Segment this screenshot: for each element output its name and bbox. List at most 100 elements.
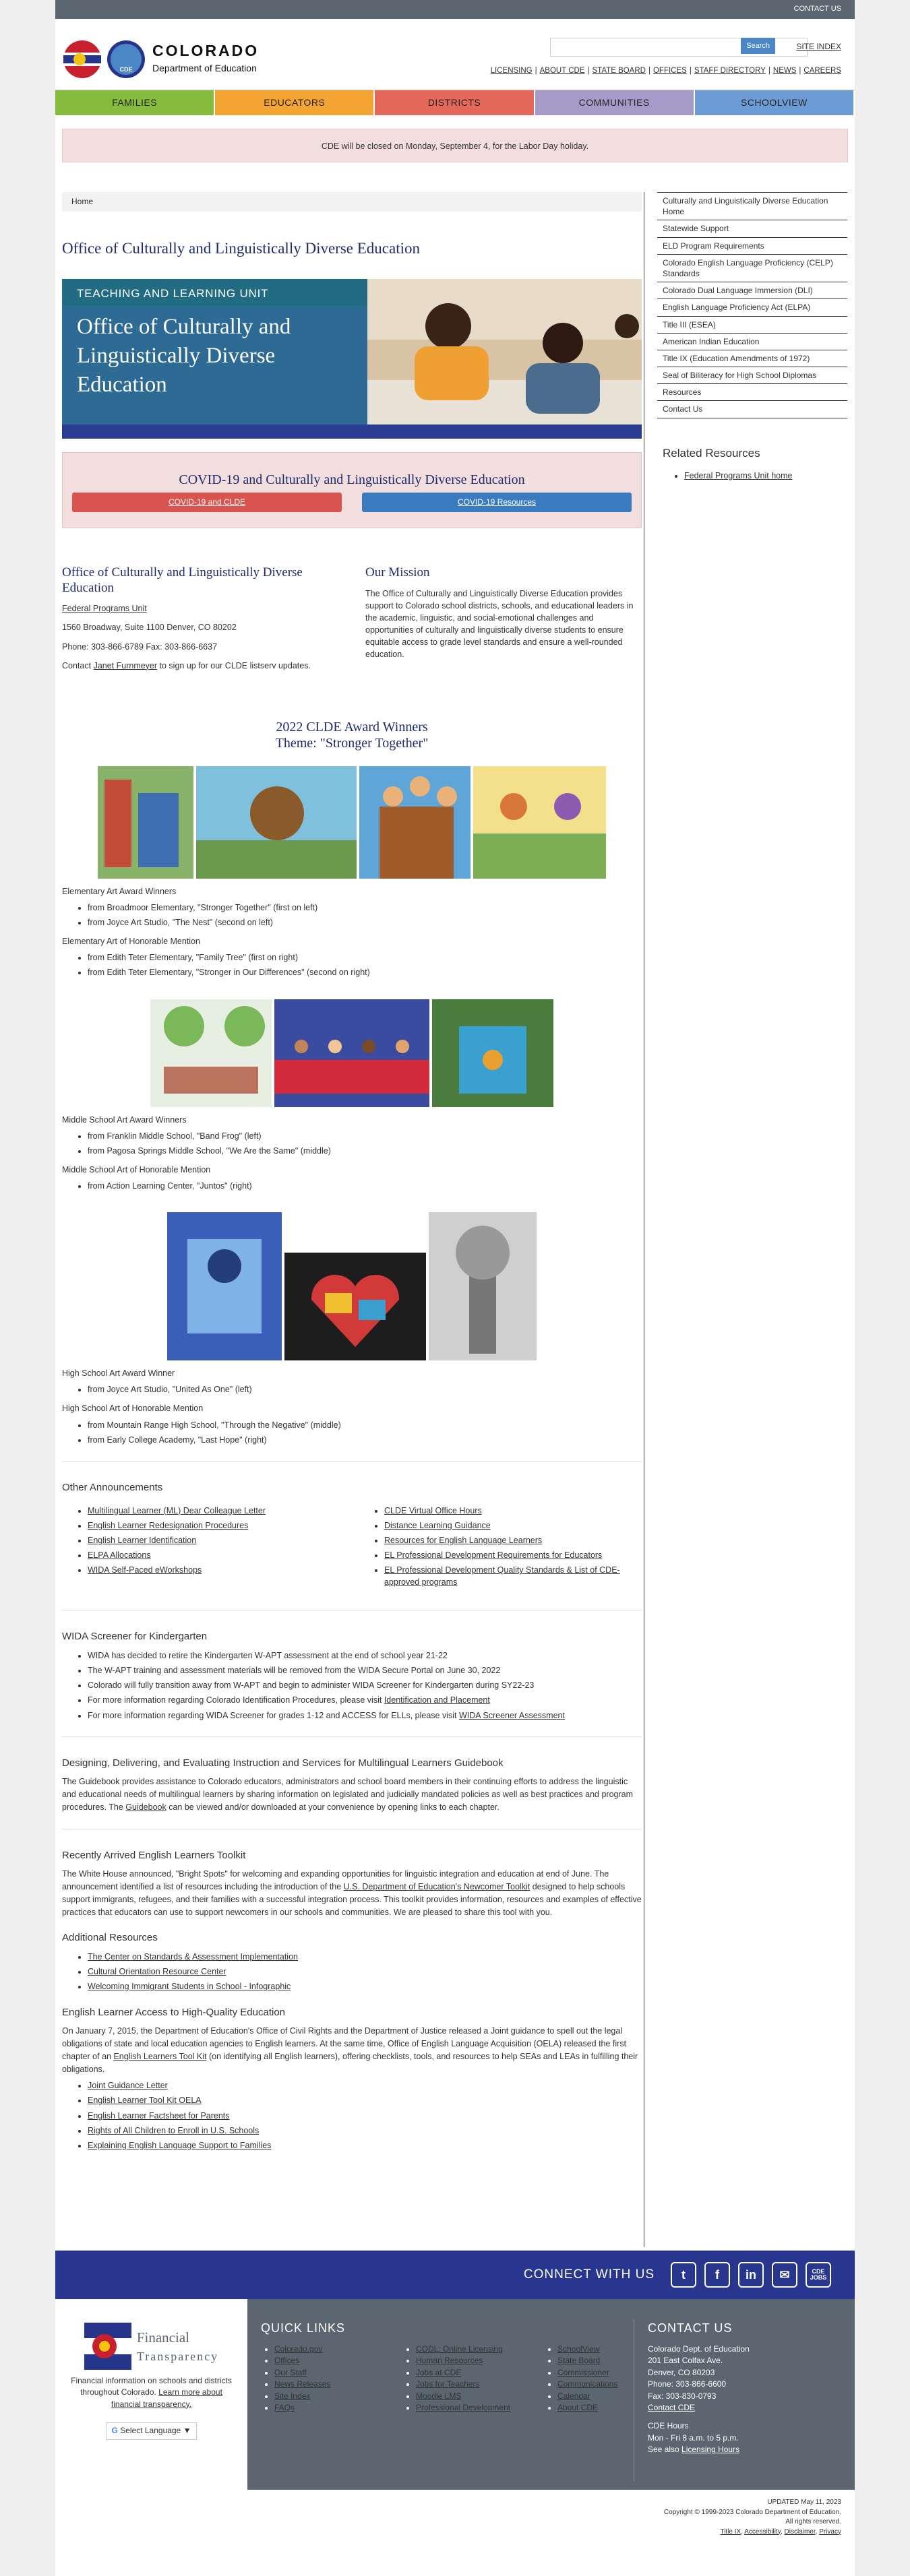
sidebar-item-7[interactable]: American Indian Education bbox=[657, 334, 847, 350]
sidebar-item-4[interactable]: Colorado Dual Language Immersion (DLI) bbox=[657, 282, 847, 300]
quick-link[interactable]: Moodle LMS bbox=[416, 2391, 527, 2402]
nav-item-schoolview[interactable]: SCHOOLview bbox=[694, 90, 855, 115]
announcement-link[interactable]: CLDE Virtual Office Hours bbox=[384, 1505, 642, 1517]
access-link-text[interactable]: Rights of All Children to Enroll in U.S.… bbox=[88, 2126, 259, 2135]
sidebar-item-10[interactable]: Resources bbox=[657, 384, 847, 402]
access-link[interactable]: English Learner Factsheet for Parents bbox=[88, 2110, 642, 2122]
quick-link-text[interactable]: Commissioner bbox=[557, 2368, 609, 2377]
header-link-0[interactable]: LICENSING bbox=[491, 65, 533, 77]
cde-logo[interactable]: CDE COLORADO Department of Education bbox=[62, 39, 259, 80]
quick-link[interactable]: News Releases bbox=[274, 2379, 386, 2390]
quick-link[interactable]: Human Resources bbox=[416, 2355, 527, 2366]
access-link[interactable]: Rights of All Children to Enroll in U.S.… bbox=[88, 2125, 642, 2137]
quick-link-text[interactable]: Jobs at CDE bbox=[416, 2368, 461, 2377]
search-button[interactable]: Search bbox=[741, 38, 775, 54]
resource-link-text[interactable]: Cultural Orientation Resource Center bbox=[88, 1967, 226, 1976]
quick-link-text[interactable]: Colorado.gov bbox=[274, 2344, 322, 2354]
covid-clde-button[interactable]: COVID-19 and CLDE bbox=[72, 492, 342, 513]
sidebar-item-8[interactable]: Title IX (Education Amendments of 1972) bbox=[657, 350, 847, 368]
quick-link[interactable]: Jobs for Teachers bbox=[416, 2379, 527, 2390]
quick-link[interactable]: Offices bbox=[274, 2355, 386, 2366]
quick-link-text[interactable]: Site Index bbox=[274, 2391, 310, 2401]
quick-link-text[interactable]: Communications bbox=[557, 2379, 617, 2389]
resource-link-text[interactable]: Welcoming Immigrant Students in School -… bbox=[88, 1982, 291, 1991]
resource-link[interactable]: The Center on Standards & Assessment Imp… bbox=[88, 1951, 642, 1963]
breadcrumb-home[interactable]: Home bbox=[71, 197, 93, 206]
quick-link-text[interactable]: Offices bbox=[274, 2356, 299, 2365]
cde-jobs-icon[interactable]: CDE JOBS bbox=[806, 2262, 831, 2288]
sidebar-item-6[interactable]: Title III (ESEA) bbox=[657, 317, 847, 334]
access-link-text[interactable]: Joint Guidance Letter bbox=[88, 2081, 168, 2090]
header-link-6[interactable]: CAREERS bbox=[803, 65, 841, 77]
licensing-hours-link[interactable]: Licensing Hours bbox=[681, 2445, 739, 2454]
announcement-link[interactable]: ELPA Allocations bbox=[88, 1549, 345, 1561]
newcomer-toolkit-link[interactable]: U.S. Department of Education's Newcomer … bbox=[344, 1882, 530, 1891]
wida-item-link[interactable]: WIDA Screener Assessment bbox=[459, 1711, 565, 1720]
quick-link[interactable]: Our Staff bbox=[274, 2367, 386, 2379]
twitter-icon[interactable]: t bbox=[671, 2262, 696, 2288]
quick-link-text[interactable]: About CDE bbox=[557, 2403, 598, 2412]
header-link-3[interactable]: OFFICES bbox=[653, 65, 687, 77]
quick-link[interactable]: FAQs bbox=[274, 2402, 386, 2414]
announcement-link[interactable]: EL Professional Development Quality Stan… bbox=[384, 1564, 642, 1588]
announcement-link-text[interactable]: CLDE Virtual Office Hours bbox=[384, 1506, 482, 1515]
language-select[interactable]: G Select Language ▼ bbox=[105, 2422, 198, 2440]
related-link-text[interactable]: Federal Programs Unit home bbox=[684, 471, 792, 480]
resource-link-text[interactable]: The Center on Standards & Assessment Imp… bbox=[88, 1952, 298, 1961]
quick-link[interactable]: Jobs at CDE bbox=[416, 2367, 527, 2379]
announcement-link[interactable]: Distance Learning Guidance bbox=[384, 1519, 642, 1532]
bottom-link[interactable]: Title IX bbox=[720, 2528, 741, 2536]
quick-link[interactable]: Site Index bbox=[274, 2391, 386, 2402]
access-link-text[interactable]: Explaining English Language Support to F… bbox=[88, 2141, 271, 2150]
quick-link[interactable]: Colorado.gov bbox=[274, 2344, 386, 2355]
announcement-link[interactable]: WIDA Self-Paced eWorkshops bbox=[88, 1564, 345, 1576]
email-icon[interactable]: ✉ bbox=[772, 2262, 797, 2288]
quick-link-text[interactable]: News Releases bbox=[274, 2379, 330, 2389]
header-link-5[interactable]: NEWS bbox=[773, 65, 797, 77]
covid-resources-button[interactable]: COVID-19 Resources bbox=[362, 492, 632, 513]
access-link-text[interactable]: English Learner Factsheet for Parents bbox=[88, 2111, 230, 2121]
ft-logo[interactable]: Financial Transparency bbox=[55, 2323, 247, 2370]
bottom-link[interactable]: Privacy bbox=[819, 2528, 841, 2536]
announcement-link-text[interactable]: Distance Learning Guidance bbox=[384, 1521, 491, 1530]
announcement-link[interactable]: EL Professional Development Requirements… bbox=[384, 1549, 642, 1561]
quick-link-text[interactable]: Our Staff bbox=[274, 2368, 307, 2377]
announcement-link-text[interactable]: EL Professional Development Quality Stan… bbox=[384, 1565, 620, 1587]
site-index-link[interactable]: SITE INDEX bbox=[796, 41, 841, 53]
announcement-link-text[interactable]: WIDA Self-Paced eWorkshops bbox=[88, 1565, 202, 1575]
sidebar-item-0[interactable]: Culturally and Linguistically Diverse Ed… bbox=[657, 193, 847, 221]
sidebar-item-11[interactable]: Contact Us bbox=[657, 401, 847, 418]
quick-link-text[interactable]: State Board bbox=[557, 2356, 600, 2365]
quick-link-text[interactable]: Human Resources bbox=[416, 2356, 483, 2365]
quick-link-text[interactable]: SchoolView bbox=[557, 2344, 599, 2354]
announcement-link[interactable]: English Learner Identification bbox=[88, 1534, 345, 1546]
quick-link[interactable]: CODL: Online Licensing bbox=[416, 2344, 527, 2355]
quick-link-text[interactable]: Moodle LMS bbox=[416, 2391, 461, 2401]
related-link[interactable]: Federal Programs Unit home bbox=[684, 470, 847, 482]
quick-link[interactable]: Professional Development bbox=[416, 2402, 527, 2414]
resource-link[interactable]: Cultural Orientation Resource Center bbox=[88, 1966, 642, 1978]
sidebar-item-5[interactable]: English Language Proficiency Act (ELPA) bbox=[657, 299, 847, 317]
announcement-link-text[interactable]: English Learner Identification bbox=[88, 1536, 196, 1545]
announcement-link[interactable]: English Learner Redesignation Procedures bbox=[88, 1519, 345, 1532]
header-link-4[interactable]: STAFF DIRECTORY bbox=[694, 65, 766, 77]
announcement-link[interactable]: Resources for English Language Learners bbox=[384, 1534, 642, 1546]
header-link-1[interactable]: ABOUT CDE bbox=[540, 65, 585, 77]
access-link[interactable]: Joint Guidance Letter bbox=[88, 2079, 642, 2092]
header-link-2[interactable]: STATE BOARD bbox=[593, 65, 646, 77]
sidebar-item-9[interactable]: Seal of Biliteracy for High School Diplo… bbox=[657, 367, 847, 385]
nav-item-families[interactable]: FAMILIES bbox=[55, 90, 216, 115]
announcement-link[interactable]: Multilingual Learner (ML) Dear Colleague… bbox=[88, 1505, 345, 1517]
sidebar-item-1[interactable]: Statewide Support bbox=[657, 220, 847, 238]
wida-item-link[interactable]: Identification and Placement bbox=[384, 1695, 490, 1705]
contact-us-link[interactable]: CONTACT US bbox=[794, 5, 842, 13]
quick-link-text[interactable]: Professional Development bbox=[416, 2403, 510, 2412]
contact-name-link[interactable]: Janet Furnmeyer bbox=[94, 661, 157, 670]
nav-item-educators[interactable]: EDUCATORS bbox=[215, 90, 375, 115]
el-toolkit-link[interactable]: English Learners Tool Kit bbox=[113, 2052, 206, 2061]
announcement-link-text[interactable]: English Learner Redesignation Procedures bbox=[88, 1521, 248, 1530]
nav-item-communities[interactable]: COMMUNITIES bbox=[535, 90, 695, 115]
access-link[interactable]: English Learner Tool Kit OELA bbox=[88, 2094, 642, 2106]
bottom-link[interactable]: Disclaimer bbox=[785, 2528, 816, 2536]
guidebook-link[interactable]: Guidebook bbox=[125, 1802, 166, 1812]
